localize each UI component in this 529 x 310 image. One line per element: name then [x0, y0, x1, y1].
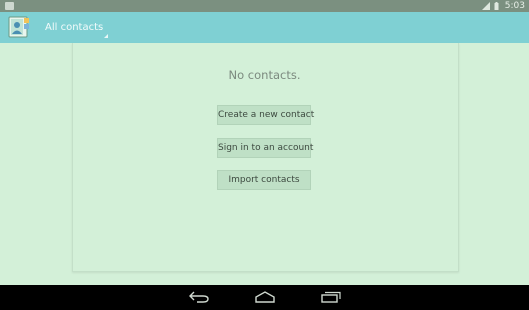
empty-state-message: No contacts. — [228, 68, 301, 82]
spinner-caret-icon[interactable] — [104, 34, 108, 38]
notification-icon — [5, 2, 14, 10]
home-icon[interactable] — [254, 291, 276, 303]
navigation-bar — [0, 285, 529, 310]
sign-in-account-button[interactable]: Sign in to an account — [217, 138, 313, 158]
actionbar-title[interactable]: All contacts — [45, 12, 103, 43]
create-contact-button[interactable]: Create a new contact — [217, 105, 314, 125]
recents-icon[interactable] — [320, 291, 342, 303]
status-time: 5:03 — [504, 1, 525, 11]
contacts-app-icon[interactable] — [8, 16, 30, 38]
import-contacts-button[interactable]: Import contacts — [217, 170, 311, 190]
back-icon[interactable] — [188, 291, 210, 303]
action-bar: All contacts — [0, 12, 529, 43]
signal-icon — [482, 2, 490, 10]
battery-icon — [494, 2, 499, 10]
status-bar: 5:03 — [0, 0, 529, 12]
